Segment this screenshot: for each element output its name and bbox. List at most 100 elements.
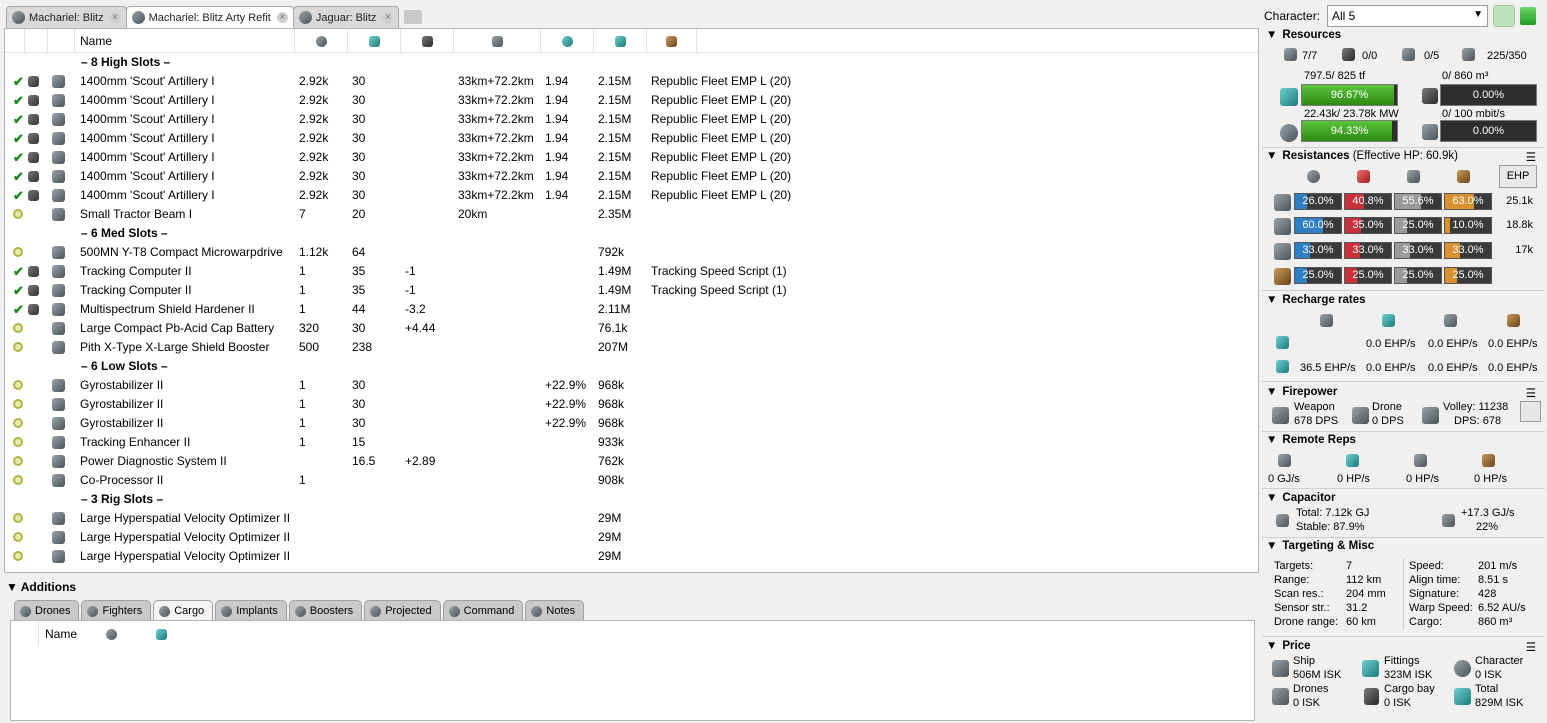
price-header[interactable]: ▼ Price ☰	[1266, 640, 1544, 654]
additions-tab-drones[interactable]: Drones	[14, 600, 80, 621]
fit-tab[interactable]: Jaguar: Blitz ×	[292, 6, 400, 28]
online-state-icon[interactable]	[13, 205, 23, 224]
additions-tab-implants[interactable]: Implants	[215, 600, 287, 621]
menu-icon[interactable]: ☰	[1526, 386, 1536, 400]
firepower-settings-button[interactable]	[1520, 401, 1541, 422]
damage-pattern-icon	[1274, 268, 1291, 285]
active-state-icon[interactable]: ✔	[13, 110, 24, 129]
online-state-icon[interactable]	[13, 509, 23, 528]
calibration-text: 0/ 860 m³	[1442, 70, 1489, 82]
module-row[interactable]: Gyrostabilizer II 1 30 +22.9% 968k	[5, 376, 1258, 395]
state-column[interactable]	[5, 29, 25, 53]
online-state-icon[interactable]	[13, 547, 23, 566]
module-row[interactable]: ✔ 1400mm 'Scout' Artillery I 2.92k 30 33km+7…	[5, 110, 1258, 129]
active-state-icon[interactable]: ✔	[13, 262, 24, 281]
close-icon[interactable]: ×	[276, 12, 288, 23]
close-icon[interactable]: ×	[382, 12, 394, 23]
module-row[interactable]: ✔ Tracking Computer II 1 35 -1 1.49M Tracking …	[5, 281, 1258, 300]
implant-sets-icon[interactable]	[1520, 7, 1536, 25]
slot-group-header[interactable]: – 6 Low Slots –	[5, 357, 1258, 376]
module-row[interactable]: Tracking Enhancer II 1 15 933k	[5, 433, 1258, 452]
range-column-header[interactable]	[454, 29, 541, 53]
module-row[interactable]: ✔ 1400mm 'Scout' Artillery I 2.92k 30 33km+7…	[5, 186, 1258, 205]
module-row[interactable]: Co-Processor II 1 908k	[5, 471, 1258, 490]
firepower-header[interactable]: ▼ Firepower ☰	[1266, 386, 1544, 400]
recharge-header[interactable]: ▼ Recharge rates	[1266, 294, 1544, 306]
additions-tab-command[interactable]: Command	[442, 600, 524, 621]
online-state-icon[interactable]	[13, 433, 23, 452]
online-state-icon[interactable]	[13, 395, 23, 414]
module-row[interactable]: ✔ Tracking Computer II 1 35 -1 1.49M Tracking …	[5, 262, 1258, 281]
slot-group-header[interactable]: – 8 High Slots –	[5, 53, 1258, 72]
additions-tab-notes[interactable]: Notes	[525, 600, 585, 621]
online-state-icon[interactable]	[13, 319, 23, 338]
ehp-button[interactable]: EHP	[1499, 165, 1537, 188]
active-state-icon[interactable]: ✔	[13, 186, 24, 205]
active-state-icon[interactable]: ✔	[13, 167, 24, 186]
charge-column-header[interactable]	[647, 29, 697, 53]
module-row[interactable]: ✔ Multispectrum Shield Hardener II 1 44 -3.2…	[5, 300, 1258, 319]
additions-tab-projected[interactable]: Projected	[364, 600, 441, 621]
module-row[interactable]: ✔ 1400mm 'Scout' Artillery I 2.92k 30 33km+7…	[5, 129, 1258, 148]
active-state-icon[interactable]: ✔	[13, 148, 24, 167]
slot-group-header[interactable]: – 3 Rig Slots –	[5, 490, 1258, 509]
additions-name-header[interactable]: Name	[45, 627, 77, 641]
menu-icon[interactable]: ☰	[1526, 150, 1536, 164]
module-row[interactable]: ✔ 1400mm 'Scout' Artillery I 2.92k 30 33km+7…	[5, 167, 1258, 186]
new-tab-icon[interactable]	[404, 10, 423, 24]
additions-tab-fighters[interactable]: Fighters	[81, 600, 152, 621]
online-state-icon[interactable]	[13, 376, 23, 395]
online-state-icon[interactable]	[13, 452, 23, 471]
online-state-icon[interactable]	[13, 471, 23, 490]
remote-reps-header[interactable]: ▼ Remote Reps	[1266, 434, 1544, 446]
module-row[interactable]: ✔ 1400mm 'Scout' Artillery I 2.92k 30 33km+7…	[5, 91, 1258, 110]
refresh-button[interactable]	[1493, 5, 1515, 27]
module-row[interactable]: ✔ 1400mm 'Scout' Artillery I 2.92k 30 33km+7…	[5, 72, 1258, 91]
online-state-icon[interactable]	[13, 414, 23, 433]
module-row[interactable]: Power Diagnostic System II 16.5 +2.89 762k	[5, 452, 1258, 471]
slot-column[interactable]	[25, 29, 48, 53]
online-state-icon[interactable]	[13, 338, 23, 357]
price-column-icon[interactable]	[156, 629, 167, 640]
module-row[interactable]: Gyrostabilizer II 1 30 +22.9% 968k	[5, 414, 1258, 433]
name-column-header[interactable]: Name	[75, 29, 295, 53]
module-row[interactable]: Large Hyperspatial Velocity Optimizer II…	[5, 509, 1258, 528]
menu-icon[interactable]: ☰	[1526, 640, 1536, 654]
module-row[interactable]: Pith X-Type X-Large Shield Booster 500 238…	[5, 338, 1258, 357]
fit-tab[interactable]: Machariel: Blitz ×	[6, 6, 127, 28]
cpu-column-header[interactable]	[295, 29, 348, 53]
powergrid-column-header[interactable]	[348, 29, 401, 53]
module-row[interactable]: Large Hyperspatial Velocity Optimizer II…	[5, 547, 1258, 566]
amount-column-icon[interactable]	[106, 629, 117, 640]
resistances-header[interactable]: ▼ Resistances (Effective HP: 60.9k) ☰	[1266, 150, 1544, 164]
misc-column-header[interactable]	[541, 29, 594, 53]
active-state-icon[interactable]: ✔	[13, 91, 24, 110]
online-state-icon[interactable]	[13, 528, 23, 547]
module-row[interactable]: ✔ 1400mm 'Scout' Artillery I 2.92k 30 33km+7…	[5, 148, 1258, 167]
price-column-header[interactable]	[594, 29, 647, 53]
active-state-icon[interactable]: ✔	[13, 281, 24, 300]
slot-group-header[interactable]: – 6 Med Slots –	[5, 224, 1258, 243]
module-icon	[52, 398, 65, 411]
character-select[interactable]: All 5 ▼	[1327, 5, 1488, 27]
module-cpu: 320	[299, 321, 320, 335]
close-icon[interactable]: ×	[109, 12, 121, 23]
active-state-icon[interactable]: ✔	[13, 129, 24, 148]
capacitor-header[interactable]: ▼ Capacitor	[1266, 492, 1544, 504]
additions-title[interactable]: ▼ Additions	[6, 580, 76, 594]
module-row[interactable]: 500MN Y-T8 Compact Microwarpdrive 1.12k 64…	[5, 243, 1258, 262]
module-row[interactable]: Large Compact Pb-Acid Cap Battery 320 30 +4…	[5, 319, 1258, 338]
additions-tab-boosters[interactable]: Boosters	[288, 600, 363, 621]
additions-tab-cargo[interactable]: Cargo	[153, 600, 214, 621]
online-state-icon[interactable]	[13, 243, 23, 262]
capacitor-column-header[interactable]	[401, 29, 454, 53]
resources-header[interactable]: ▼ Resources	[1266, 29, 1544, 41]
module-row[interactable]: Gyrostabilizer II 1 30 +22.9% 968k	[5, 395, 1258, 414]
active-state-icon[interactable]: ✔	[13, 72, 24, 91]
active-state-icon[interactable]: ✔	[13, 300, 24, 319]
module-icon-column[interactable]	[48, 29, 75, 53]
module-row[interactable]: Large Hyperspatial Velocity Optimizer II…	[5, 528, 1258, 547]
fit-tab[interactable]: Machariel: Blitz Arty Refit ×	[125, 6, 294, 28]
module-row[interactable]: Small Tractor Beam I 7 20 20km 2.35M	[5, 205, 1258, 224]
targeting-header[interactable]: ▼ Targeting & Misc	[1266, 540, 1544, 552]
